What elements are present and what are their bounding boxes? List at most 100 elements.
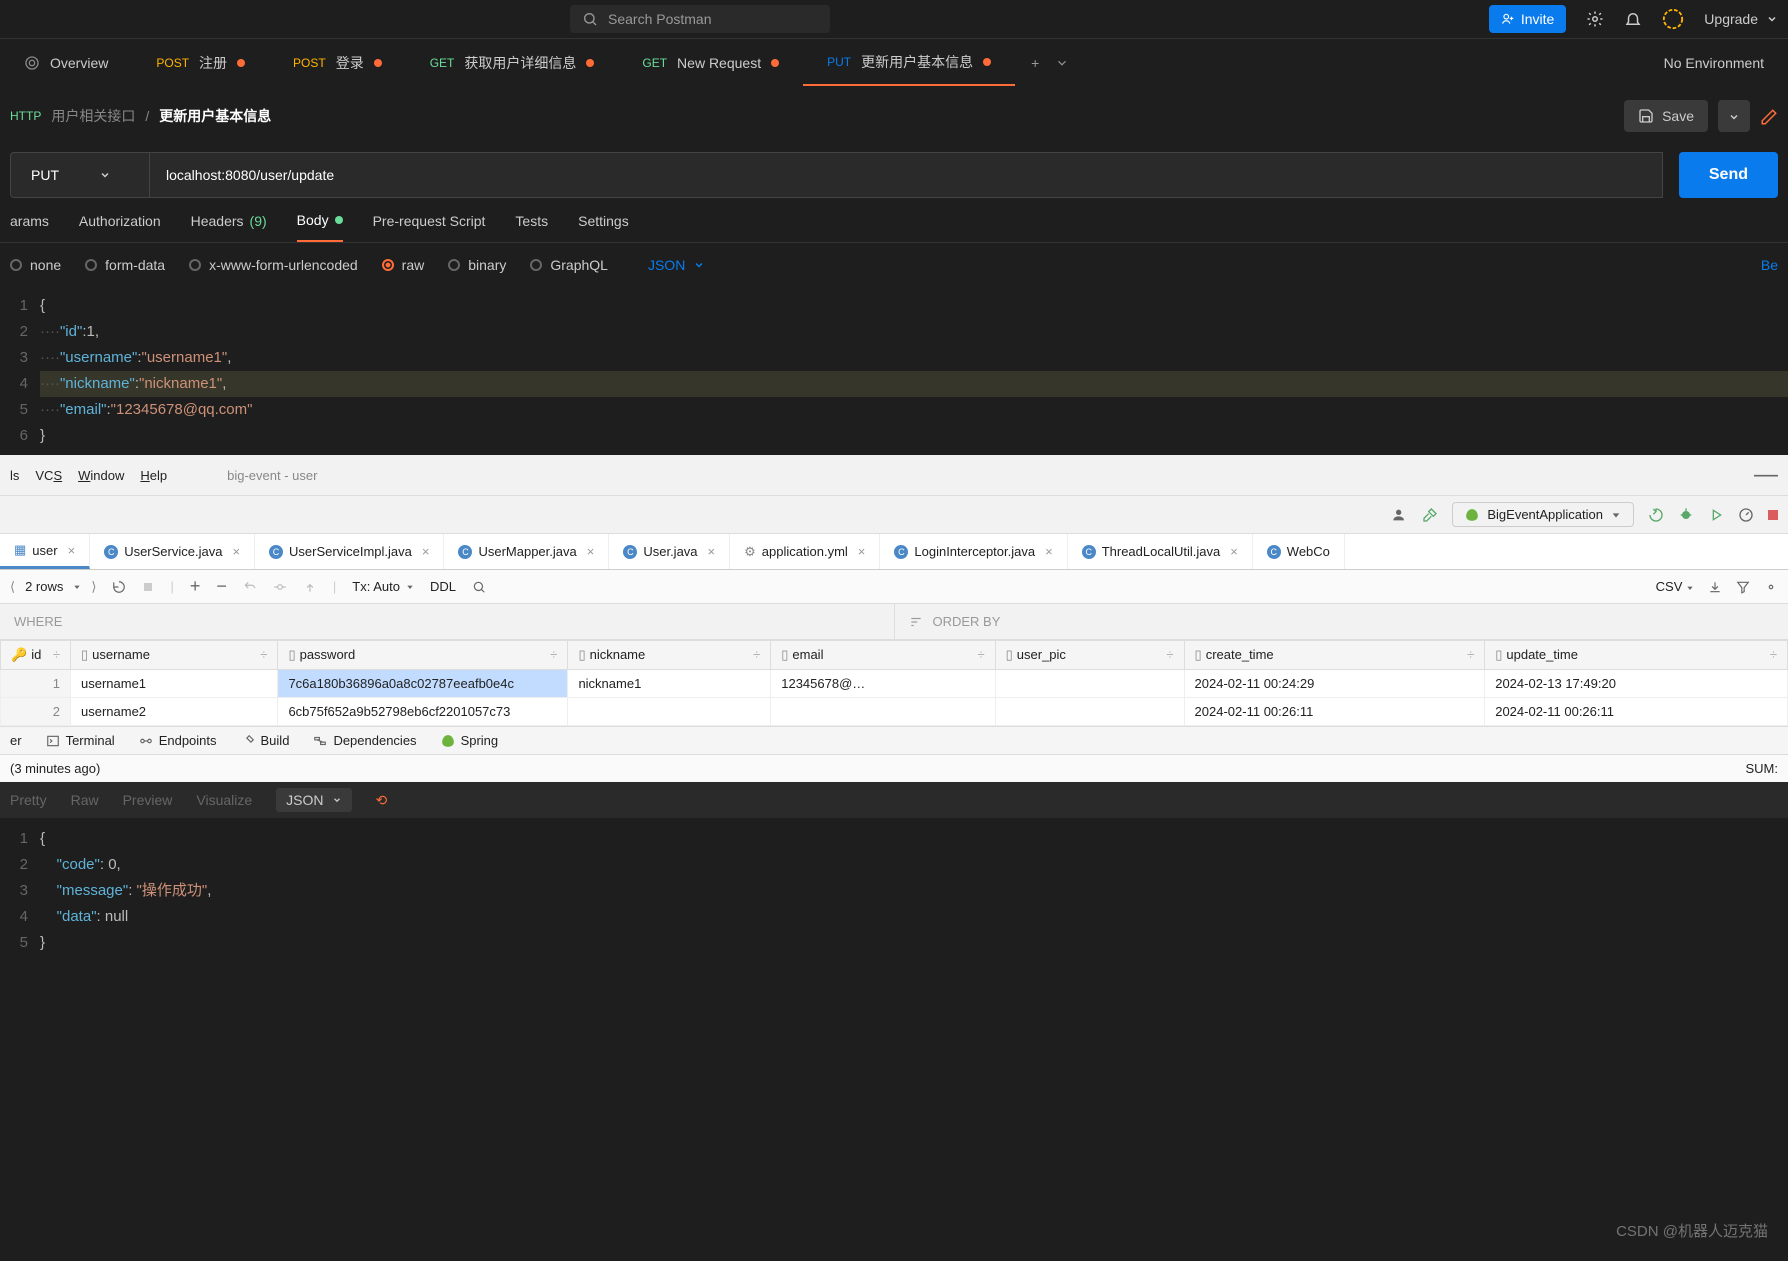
selected-cell[interactable]: 7c6a180b36896a0a8c02787eeafb0e4c: [278, 670, 568, 698]
tw-spring[interactable]: Spring: [441, 733, 499, 748]
tab-headers[interactable]: Headers (9): [191, 212, 267, 242]
file-tab-application-yml[interactable]: ⚙application.yml×: [730, 534, 880, 569]
table-row[interactable]: 1 username1 7c6a180b36896a0a8c02787eeafb…: [1, 670, 1788, 698]
method-selector[interactable]: PUT: [10, 152, 150, 198]
menu-vcs[interactable]: VCS: [35, 468, 62, 483]
save-dropdown[interactable]: [1718, 100, 1750, 132]
tab-tests[interactable]: Tests: [515, 212, 548, 242]
file-tab-userservice[interactable]: CUserService.java×: [90, 534, 255, 569]
close-icon[interactable]: ×: [232, 544, 240, 559]
wrap-button[interactable]: ⟲: [376, 792, 388, 809]
settings-icon[interactable]: [1764, 580, 1778, 594]
chevron-down-icon[interactable]: [73, 583, 81, 591]
download-icon[interactable]: [1708, 580, 1722, 594]
tab-login[interactable]: POST 登录: [269, 39, 406, 86]
tab-settings[interactable]: Settings: [578, 212, 629, 242]
send-button[interactable]: Send: [1679, 152, 1778, 198]
close-icon[interactable]: ×: [68, 543, 76, 558]
ddl-button[interactable]: DDL: [430, 579, 456, 594]
close-icon[interactable]: ×: [1230, 544, 1238, 559]
environment-selector[interactable]: No Environment: [1640, 55, 1788, 71]
new-tab-button[interactable]: +: [1015, 55, 1055, 71]
stop-icon[interactable]: [1768, 510, 1778, 520]
tx-mode[interactable]: Tx: Auto: [352, 579, 414, 594]
close-icon[interactable]: ×: [587, 544, 595, 559]
file-tab-user-db[interactable]: ▦user×: [0, 534, 90, 569]
rerun-icon[interactable]: [1648, 507, 1664, 523]
chevron-down-icon[interactable]: [1055, 56, 1069, 70]
tab-new-request[interactable]: GET New Request: [618, 39, 803, 86]
resp-tab-preview[interactable]: Preview: [123, 792, 173, 808]
resp-tab-raw[interactable]: Raw: [71, 792, 99, 808]
filter-icon[interactable]: [1736, 580, 1750, 594]
beautify-link[interactable]: Be: [1761, 257, 1778, 273]
tab-params[interactable]: arams: [10, 212, 49, 242]
gear-icon[interactable]: [1586, 10, 1604, 28]
url-input[interactable]: localhost:8080/user/update: [150, 152, 1663, 198]
menu-tools[interactable]: ls: [10, 468, 19, 483]
tab-register[interactable]: POST 注册: [132, 39, 269, 86]
file-tab-webco[interactable]: CWebCo: [1253, 534, 1345, 569]
nav-last-icon[interactable]: ⟩: [91, 579, 96, 595]
file-tab-userserviceimpl[interactable]: CUserServiceImpl.java×: [255, 534, 444, 569]
radio-formdata[interactable]: form-data: [85, 257, 165, 273]
bell-icon[interactable]: [1624, 10, 1642, 28]
close-icon[interactable]: ×: [422, 544, 430, 559]
close-icon[interactable]: ×: [858, 544, 866, 559]
close-icon[interactable]: ×: [708, 544, 716, 559]
tab-update-user[interactable]: PUT 更新用户基本信息: [803, 39, 1015, 86]
body-editor[interactable]: 123456 { ····"id":1, ····"username":"use…: [0, 287, 1788, 455]
edit-button[interactable]: [1760, 106, 1778, 127]
tab-overview[interactable]: Overview: [0, 39, 132, 86]
user-icon[interactable]: [1392, 507, 1408, 523]
tw-terminal[interactable]: Terminal: [46, 733, 115, 748]
add-row-button[interactable]: +: [190, 576, 201, 597]
menu-window[interactable]: Window: [78, 468, 124, 483]
remove-row-button[interactable]: −: [216, 576, 227, 597]
tab-authorization[interactable]: Authorization: [79, 212, 161, 242]
file-tab-threadlocalutil[interactable]: CThreadLocalUtil.java×: [1068, 534, 1253, 569]
csv-button[interactable]: CSV: [1656, 579, 1694, 594]
hammer-icon[interactable]: [1422, 507, 1438, 523]
tab-body[interactable]: Body: [297, 212, 343, 242]
invite-button[interactable]: Invite: [1489, 5, 1566, 33]
request-name[interactable]: 更新用户基本信息: [159, 106, 271, 126]
run-config-selector[interactable]: BigEventApplication: [1452, 502, 1634, 527]
save-button[interactable]: Save: [1624, 100, 1708, 132]
body-format-selector[interactable]: JSON: [648, 257, 705, 273]
radio-binary[interactable]: binary: [448, 257, 506, 273]
search-icon[interactable]: [472, 580, 486, 594]
tab-get-user-detail[interactable]: GET 获取用户详细信息: [406, 39, 619, 86]
radio-graphql[interactable]: GraphQL: [530, 257, 608, 273]
search-input[interactable]: Search Postman: [570, 5, 830, 33]
tw-dependencies[interactable]: Dependencies: [313, 733, 416, 748]
upload-icon[interactable]: [303, 580, 317, 594]
upgrade-button[interactable]: Upgrade: [1704, 11, 1778, 27]
stop-icon[interactable]: [142, 581, 154, 593]
tw-build[interactable]: Build: [241, 733, 290, 748]
resp-tab-pretty[interactable]: Pretty: [10, 792, 47, 808]
file-tab-user-java[interactable]: CUser.java×: [609, 534, 730, 569]
debug-icon[interactable]: [1678, 507, 1694, 523]
table-row[interactable]: 2 username2 6cb75f652a9b52798eb6cf220105…: [1, 698, 1788, 726]
radio-xwww[interactable]: x-www-form-urlencoded: [189, 257, 358, 273]
collection-name[interactable]: 用户相关接口: [51, 106, 135, 126]
avatar-icon[interactable]: [1662, 8, 1684, 30]
resp-format-selector[interactable]: JSON: [276, 788, 351, 812]
response-body[interactable]: 12345 { "code": 0, "message": "操作成功", "d…: [0, 818, 1788, 978]
file-tab-logininterceptor[interactable]: CLoginInterceptor.java×: [880, 534, 1067, 569]
undo-icon[interactable]: [243, 580, 257, 594]
radio-none[interactable]: none: [10, 257, 61, 273]
menu-help[interactable]: Help: [140, 468, 167, 483]
commit-icon[interactable]: [273, 580, 287, 594]
radio-raw[interactable]: raw: [382, 257, 425, 273]
close-icon[interactable]: ×: [1045, 544, 1053, 559]
file-tab-usermapper[interactable]: CUserMapper.java×: [444, 534, 609, 569]
orderby-input[interactable]: ORDER BY: [895, 604, 1788, 639]
refresh-icon[interactable]: [112, 580, 126, 594]
profiler-icon[interactable]: [1738, 507, 1754, 523]
tab-prerequest[interactable]: Pre-request Script: [373, 212, 486, 242]
where-input[interactable]: WHERE: [0, 604, 895, 639]
run-coverage-icon[interactable]: [1708, 507, 1724, 523]
tw-endpoints[interactable]: Endpoints: [139, 733, 217, 748]
